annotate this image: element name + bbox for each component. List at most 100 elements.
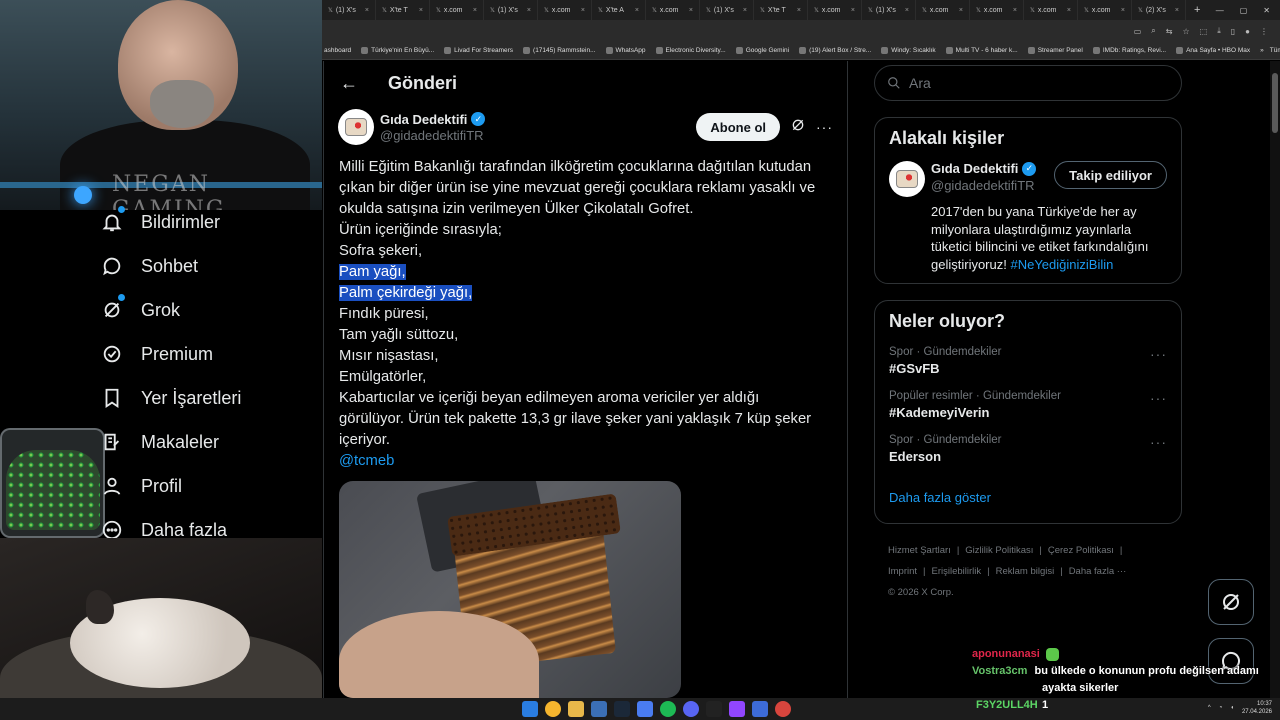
bio-hashtag[interactable]: #NeYediğiniziBilin	[1010, 257, 1113, 272]
back-arrow-icon[interactable]: ←	[338, 72, 360, 94]
bookmark-item[interactable]: IMDb: Ratings, Revi...	[1092, 47, 1166, 54]
menu-icon[interactable]: ⋮	[1260, 27, 1268, 36]
edge-icon[interactable]	[591, 701, 607, 717]
close-window-icon[interactable]: ✕	[1263, 6, 1270, 15]
browser-tab[interactable]: 𝕏x.com ×	[808, 0, 862, 20]
clock[interactable]: 10:37 27.04.2026	[1242, 700, 1272, 716]
bookmark-item[interactable]: Multi TV - 6 haber k...	[945, 47, 1018, 54]
nav-bookmarks[interactable]: Yer İşaretleri	[90, 376, 320, 420]
profile-icon[interactable]: ●	[1245, 27, 1250, 36]
related-person[interactable]: Gıda Dedektifi ✓ @gidadedektifiTR Takip …	[889, 161, 1167, 197]
tab-close-icon[interactable]: ×	[1013, 7, 1017, 14]
steam-icon[interactable]	[614, 701, 630, 717]
show-more-link[interactable]: Daha fazla göster	[889, 490, 1167, 505]
translate-icon[interactable]: ⇆	[1166, 27, 1173, 36]
minimize-icon[interactable]: —	[1216, 6, 1224, 15]
tab-close-icon[interactable]: ×	[581, 7, 585, 14]
grok-explain-icon[interactable]	[790, 117, 806, 138]
obs-icon[interactable]	[706, 701, 722, 717]
browser-tab[interactable]: 𝕏 (1) X's ×	[862, 0, 916, 20]
bookmark-item[interactable]: Streamer Panel	[1027, 47, 1083, 54]
trend-item[interactable]: Popüler resimler · Gündemdekiler #Kademe…	[889, 390, 1167, 420]
chrome-icon[interactable]	[545, 701, 561, 717]
sidebar-icon[interactable]: ▯	[1231, 27, 1235, 36]
footer-link[interactable]: Hizmet Şartları	[888, 545, 951, 556]
tab-close-icon[interactable]: ×	[851, 7, 855, 14]
scroll-thumb[interactable]	[1272, 73, 1278, 133]
tab-close-icon[interactable]: ×	[527, 7, 531, 14]
tab-close-icon[interactable]: ×	[635, 7, 639, 14]
browser-tab[interactable]: 𝕏x.com ×	[970, 0, 1024, 20]
cast-icon[interactable]: ▭	[1134, 27, 1142, 36]
browser-tab[interactable]: 𝕏 (1) X's ×	[484, 0, 538, 20]
trend-more-icon[interactable]: ···	[1150, 434, 1167, 464]
app-icon[interactable]	[637, 701, 653, 717]
post-image[interactable]	[339, 481, 681, 698]
browser-tab[interactable]: 𝕏 (2) X's ×	[1132, 0, 1186, 20]
browser-tab[interactable]: 𝕏x.com ×	[1078, 0, 1132, 20]
following-button[interactable]: Takip ediliyor	[1054, 161, 1167, 189]
bookmark-item[interactable]: (17145) Rammstein...	[523, 47, 596, 54]
bookmark-item[interactable]: ashboard	[324, 47, 351, 54]
browser-tab[interactable]: 𝕏 (1) X's ×	[700, 0, 754, 20]
tab-close-icon[interactable]: ×	[419, 7, 423, 14]
browser-tab[interactable]: 𝕏 X'te T ×	[754, 0, 808, 20]
nav-grok[interactable]: Grok	[90, 288, 320, 332]
extensions-icon[interactable]: ⬚	[1200, 27, 1208, 36]
bookmark-item[interactable]: Electronic Diversity...	[655, 47, 726, 54]
tab-close-icon[interactable]: ×	[959, 7, 963, 14]
new-tab-icon[interactable]: +	[1186, 4, 1208, 16]
discord-icon[interactable]	[683, 701, 699, 717]
tab-close-icon[interactable]: ×	[1175, 7, 1179, 14]
subscribe-button[interactable]: Abone ol	[696, 113, 780, 141]
footer-link[interactable]: Daha fazla ···	[1069, 566, 1127, 577]
tray-chevron-icon[interactable]: ^	[1208, 705, 1211, 711]
bookmark-item[interactable]: (19) Alert Box / Stre...	[799, 47, 871, 54]
bookmark-item[interactable]: Windy: Sıcaklık	[881, 47, 936, 54]
browser-tab[interactable]: 𝕏 X'te A ×	[592, 0, 646, 20]
zoom-icon[interactable]: ⌕	[1151, 26, 1155, 36]
network-icon[interactable]: ◔	[1219, 705, 1223, 711]
volume-icon[interactable]: ◖	[1230, 705, 1234, 711]
nav-articles[interactable]: Makaleler	[90, 420, 320, 464]
spotify-icon[interactable]	[660, 701, 676, 717]
footer-link[interactable]: Imprint	[888, 566, 917, 577]
related-avatar[interactable]	[889, 161, 925, 197]
windows-start-icon[interactable]	[522, 701, 538, 717]
browser-tab[interactable]: 𝕏x.com ×	[430, 0, 484, 20]
app-icon[interactable]	[752, 701, 768, 717]
page-scrollbar[interactable]	[1270, 61, 1280, 698]
twitch-icon[interactable]	[729, 701, 745, 717]
author-handle[interactable]: @gidadedektifiTR	[380, 128, 485, 143]
file-explorer-icon[interactable]	[568, 701, 584, 717]
tab-close-icon[interactable]: ×	[473, 7, 477, 14]
maximize-icon[interactable]: ▢	[1240, 6, 1248, 15]
more-bookmarks-icon[interactable]: »	[1260, 47, 1264, 54]
nav-chat[interactable]: Sohbet	[90, 244, 320, 288]
nav-premium[interactable]: Premium	[90, 332, 320, 376]
footer-link[interactable]: Gizlilik Politikası	[965, 545, 1033, 556]
trend-item[interactable]: Spor · Gündemdekiler #GSvFB ···	[889, 346, 1167, 376]
tab-close-icon[interactable]: ×	[743, 7, 747, 14]
tab-close-icon[interactable]: ×	[1067, 7, 1071, 14]
trend-more-icon[interactable]: ···	[1150, 346, 1167, 376]
browser-tab[interactable]: 𝕏x.com ×	[1024, 0, 1078, 20]
mention-link[interactable]: @tcmeb	[339, 451, 833, 472]
star-icon[interactable]: ☆	[1182, 27, 1189, 36]
browser-tab[interactable]: 𝕏x.com ×	[646, 0, 700, 20]
tab-close-icon[interactable]: ×	[689, 7, 693, 14]
bookmark-item[interactable]: Google Gemini	[735, 47, 789, 54]
tab-close-icon[interactable]: ×	[905, 7, 909, 14]
grok-fab[interactable]	[1208, 579, 1254, 625]
browser-tab[interactable]: 𝕏x.com ×	[916, 0, 970, 20]
tab-close-icon[interactable]: ×	[1121, 7, 1125, 14]
browser-tab[interactable]: 𝕏 X'te T ×	[376, 0, 430, 20]
tab-close-icon[interactable]: ×	[797, 7, 801, 14]
author-name-row[interactable]: Gıda Dedektifi ✓	[380, 112, 486, 127]
nav-profile[interactable]: Profil	[90, 464, 320, 508]
more-options-icon[interactable]: ···	[816, 119, 833, 135]
download-icon[interactable]: ⤓	[1217, 26, 1221, 36]
bookmark-item[interactable]: Türkiye'nin En Büyü...	[361, 47, 434, 54]
search-input[interactable]: Ara	[874, 65, 1182, 101]
app-icon[interactable]	[775, 701, 791, 717]
